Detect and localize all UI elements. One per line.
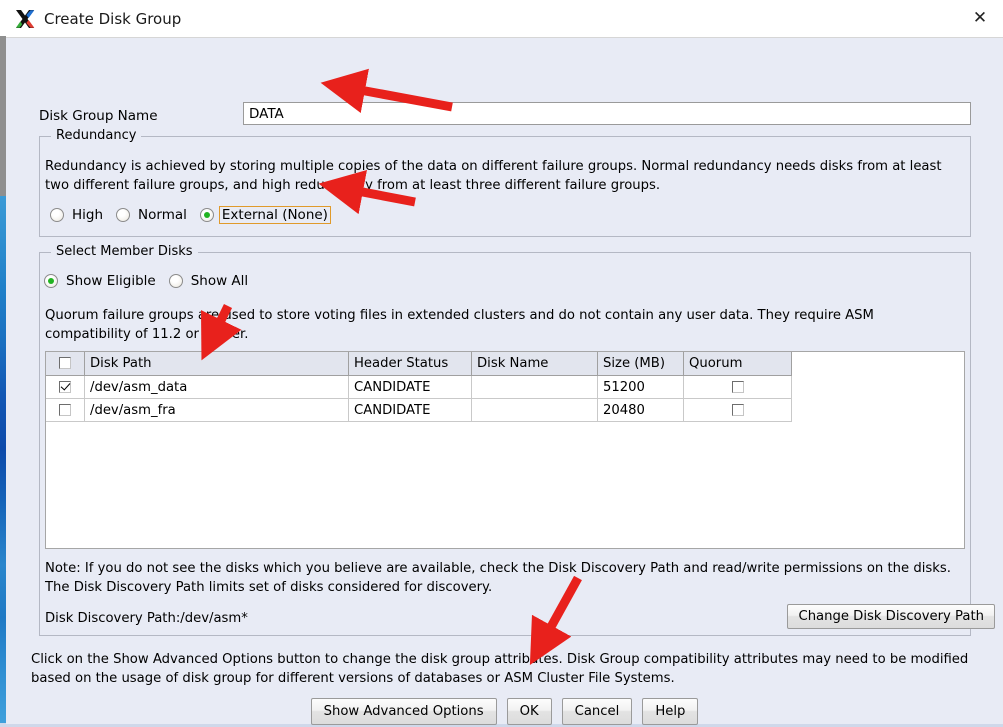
- dialog-titlebar: Create Disk Group ✕: [6, 0, 1003, 38]
- column-header-size-mb[interactable]: Size (MB): [597, 352, 684, 376]
- radio-mark-icon: [199, 208, 214, 222]
- cell-disk-path: /dev/asm_fra: [84, 398, 349, 422]
- cancel-button[interactable]: Cancel: [561, 698, 633, 725]
- quorum-checkbox[interactable]: [731, 403, 744, 416]
- redundancy-radio-group: High Normal External (None): [50, 206, 341, 224]
- radio-label: Normal: [138, 207, 187, 223]
- table-row[interactable]: /dev/asm_data CANDIDATE 51200: [46, 375, 792, 399]
- cell-header-status: CANDIDATE: [348, 375, 472, 399]
- cell-quorum[interactable]: [683, 375, 792, 399]
- radio-show-all[interactable]: Show All: [168, 272, 251, 290]
- show-advanced-options-button[interactable]: Show Advanced Options: [310, 698, 497, 725]
- radio-label: External (None): [218, 206, 331, 224]
- close-icon[interactable]: ✕: [957, 0, 1003, 36]
- quorum-checkbox[interactable]: [731, 380, 744, 393]
- radio-mark-icon: [168, 274, 183, 288]
- radio-redundancy-normal[interactable]: Normal: [116, 206, 190, 224]
- create-disk-group-screen: Create Disk Group ✕ Disk Group Name Redu…: [0, 0, 1003, 727]
- select-all-checkbox[interactable]: [59, 357, 71, 369]
- disks-table-container[interactable]: Disk Path Header Status Disk Name Size (…: [45, 351, 965, 549]
- radio-mark-icon: [116, 208, 131, 222]
- redundancy-description: Redundancy is achieved by storing multip…: [45, 159, 942, 193]
- cell-disk-path: /dev/asm_data: [84, 375, 349, 399]
- select-member-disks-groupbox-title: Select Member Disks: [51, 244, 198, 259]
- cell-size-mb: 20480: [597, 398, 684, 422]
- advanced-options-description: Click on the Show Advanced Options butto…: [31, 652, 969, 686]
- column-header-header-status[interactable]: Header Status: [348, 352, 472, 376]
- radio-label: High: [72, 207, 104, 223]
- disk-group-name-input[interactable]: [243, 102, 971, 125]
- redundancy-groupbox-title: Redundancy: [51, 128, 142, 143]
- radio-mark-icon: [50, 208, 64, 222]
- column-header-quorum[interactable]: Quorum: [683, 352, 792, 376]
- radio-show-eligible[interactable]: Show Eligible: [44, 272, 159, 290]
- radio-label: Show All: [190, 273, 249, 289]
- change-disk-discovery-path-button[interactable]: Change Disk Discovery Path: [787, 604, 995, 629]
- cell-size-mb: 51200: [597, 375, 684, 399]
- radio-redundancy-external-none[interactable]: External (None): [199, 206, 331, 224]
- cell-disk-name: [471, 398, 598, 422]
- row-select-checkbox[interactable]: [59, 403, 71, 416]
- cell-disk-name: [471, 375, 598, 399]
- cell-header-status: CANDIDATE: [348, 398, 472, 422]
- radio-redundancy-high[interactable]: High: [50, 206, 106, 224]
- disk-discovery-note: Note: If you do not see the disks which …: [45, 561, 951, 595]
- column-header-disk-name[interactable]: Disk Name: [471, 352, 598, 376]
- disk-discovery-path-label: Disk Discovery Path:/dev/asm*: [45, 611, 248, 626]
- radio-mark-icon: [44, 274, 58, 288]
- dialog-button-bar: Show Advanced Options OK Cancel Help: [6, 698, 1003, 725]
- dialog-content: Disk Group Name Redundancy Redundancy is…: [6, 38, 1003, 725]
- radio-label: Show Eligible: [66, 273, 156, 289]
- disks-table: Disk Path Header Status Disk Name Size (…: [46, 352, 792, 422]
- column-header-select-all[interactable]: [46, 352, 85, 376]
- create-disk-group-dialog: Create Disk Group ✕ Disk Group Name Redu…: [6, 0, 1003, 725]
- disk-filter-radio-group: Show Eligible Show All: [44, 272, 261, 290]
- row-select-cell[interactable]: [46, 398, 85, 422]
- quorum-description: Quorum failure groups are used to store …: [45, 308, 874, 342]
- cell-quorum[interactable]: [683, 398, 792, 422]
- help-button[interactable]: Help: [642, 698, 699, 725]
- ok-button[interactable]: OK: [506, 698, 552, 725]
- row-select-cell[interactable]: [46, 375, 85, 399]
- row-select-checkbox[interactable]: [59, 380, 71, 393]
- table-header-row: Disk Path Header Status Disk Name Size (…: [46, 352, 792, 376]
- table-row[interactable]: /dev/asm_fra CANDIDATE 20480: [46, 398, 792, 422]
- dialog-title: Create Disk Group: [44, 9, 182, 28]
- disks-table-body: /dev/asm_data CANDIDATE 51200 /dev/asm_f…: [46, 375, 792, 422]
- x-window-logo-icon: [14, 8, 36, 30]
- disk-group-name-label: Disk Group Name: [39, 108, 158, 124]
- column-header-disk-path[interactable]: Disk Path: [84, 352, 349, 376]
